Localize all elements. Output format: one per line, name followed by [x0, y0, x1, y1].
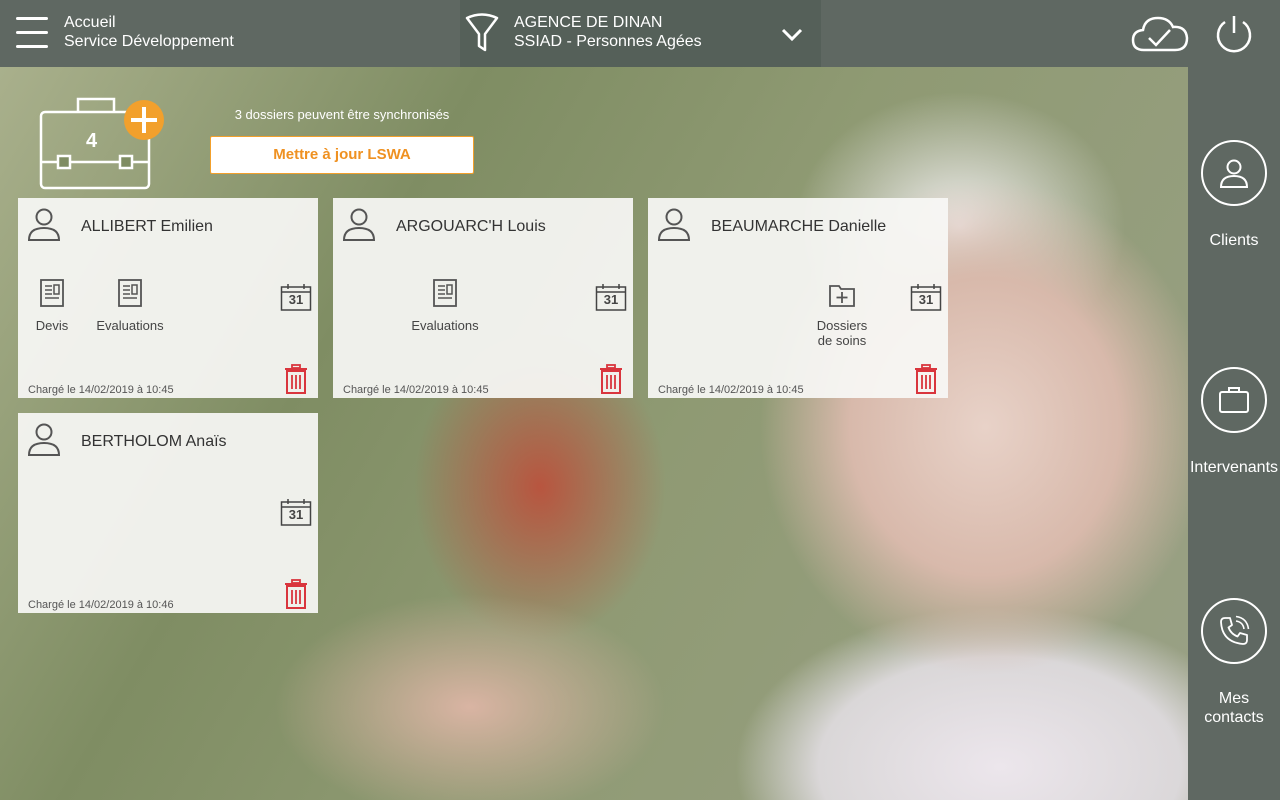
- client-name: ARGOUARC'H Louis: [396, 218, 546, 235]
- trash-icon[interactable]: [284, 579, 308, 609]
- briefcase-icon: [1219, 387, 1249, 413]
- sidebar-item-mes-contacts[interactable]: Mes contacts: [1188, 598, 1280, 727]
- loaded-date: Chargé le 14/02/2019 à 10:45: [28, 384, 174, 396]
- filter-icon: [465, 13, 499, 52]
- trash-icon[interactable]: [914, 364, 938, 394]
- user-icon: [342, 208, 376, 241]
- doc-evaluations[interactable]: Evaluations: [409, 278, 481, 333]
- agency-service: SSIAD - Personnes Agées: [514, 33, 702, 50]
- sync-suitcase: 4: [38, 94, 168, 190]
- document-icon: [118, 279, 142, 307]
- doc-label: Evaluations: [96, 318, 164, 333]
- breadcrumb-home[interactable]: Accueil: [64, 13, 234, 32]
- client-name: BEAUMARCHE Danielle: [711, 218, 887, 235]
- sidebar-item-label: Mes contacts: [1204, 690, 1264, 726]
- calendar-day: 31: [603, 292, 619, 307]
- trash-icon[interactable]: [284, 364, 308, 394]
- sidebar-item-label: Intervenants: [1189, 459, 1279, 476]
- breadcrumb: Accueil Service Développement: [64, 13, 234, 51]
- phone-icon: [1220, 615, 1250, 645]
- client-card[interactable]: ARGOUARC'H Louis Evaluations 31 Chargé l…: [333, 198, 633, 398]
- calendar-day: 31: [288, 292, 304, 307]
- loaded-date: Chargé le 14/02/2019 à 10:46: [28, 599, 174, 611]
- update-lswa-button[interactable]: Mettre à jour LSWA: [210, 136, 474, 174]
- client-name: ALLIBERT Emilien: [81, 218, 213, 235]
- suitcase-add-icon: [39, 97, 164, 190]
- user-icon: [657, 208, 691, 241]
- sync-message: 3 dossiers peuvent être synchronisés: [234, 107, 450, 122]
- calendar-icon[interactable]: 31: [595, 284, 627, 312]
- power-icon[interactable]: [1213, 13, 1255, 55]
- sidebar-item-label: Clients: [1209, 232, 1259, 249]
- agency-selector[interactable]: AGENCE DE DINAN SSIAD - Personnes Agées: [460, 0, 821, 67]
- pending-count: 4: [86, 130, 98, 152]
- sidebar-item-clients[interactable]: Clients: [1188, 140, 1280, 250]
- user-icon: [27, 208, 61, 241]
- breadcrumb-service: Service Développement: [64, 33, 234, 50]
- doc-label: Evaluations: [411, 318, 479, 333]
- loaded-date: Chargé le 14/02/2019 à 10:45: [343, 384, 489, 396]
- doc-label: Devis: [35, 318, 69, 333]
- user-icon: [1219, 159, 1249, 188]
- calendar-day: 31: [918, 292, 934, 307]
- document-icon: [433, 279, 457, 307]
- trash-icon[interactable]: [599, 364, 623, 394]
- doc-dossiers-de-soins[interactable]: Dossiers de soins: [812, 280, 872, 348]
- doc-evaluations[interactable]: Evaluations: [94, 278, 166, 333]
- doc-devis[interactable]: Devis: [32, 278, 72, 333]
- sidebar-item-intervenants[interactable]: Intervenants: [1188, 367, 1280, 477]
- loaded-date: Chargé le 14/02/2019 à 10:45: [658, 384, 804, 396]
- client-card[interactable]: BEAUMARCHE Danielle Dossiers de soins 31…: [648, 198, 948, 398]
- document-icon: [40, 279, 64, 307]
- hamburger-menu-icon[interactable]: [16, 17, 48, 49]
- chevron-down-icon: [781, 28, 803, 42]
- medical-folder-icon: [829, 285, 855, 307]
- top-bar: Accueil Service Développement AGENCE DE …: [0, 0, 1280, 67]
- user-icon: [27, 423, 61, 456]
- doc-label: Dossiers de soins: [816, 318, 868, 348]
- client-name: BERTHOLOM Anaïs: [81, 433, 227, 450]
- agency-name: AGENCE DE DINAN: [514, 14, 663, 31]
- client-card[interactable]: BERTHOLOM Anaïs 31 Chargé le 14/02/2019 …: [18, 413, 318, 613]
- calendar-icon[interactable]: 31: [280, 284, 312, 312]
- client-card[interactable]: ALLIBERT Emilien Devis Evaluations 31 Ch…: [18, 198, 318, 398]
- right-sidebar: Clients Intervenants Mes contacts: [1188, 67, 1280, 800]
- calendar-icon[interactable]: 31: [910, 284, 942, 312]
- cloud-sync-icon[interactable]: [1130, 12, 1190, 56]
- calendar-icon[interactable]: 31: [280, 499, 312, 527]
- calendar-day: 31: [288, 507, 304, 522]
